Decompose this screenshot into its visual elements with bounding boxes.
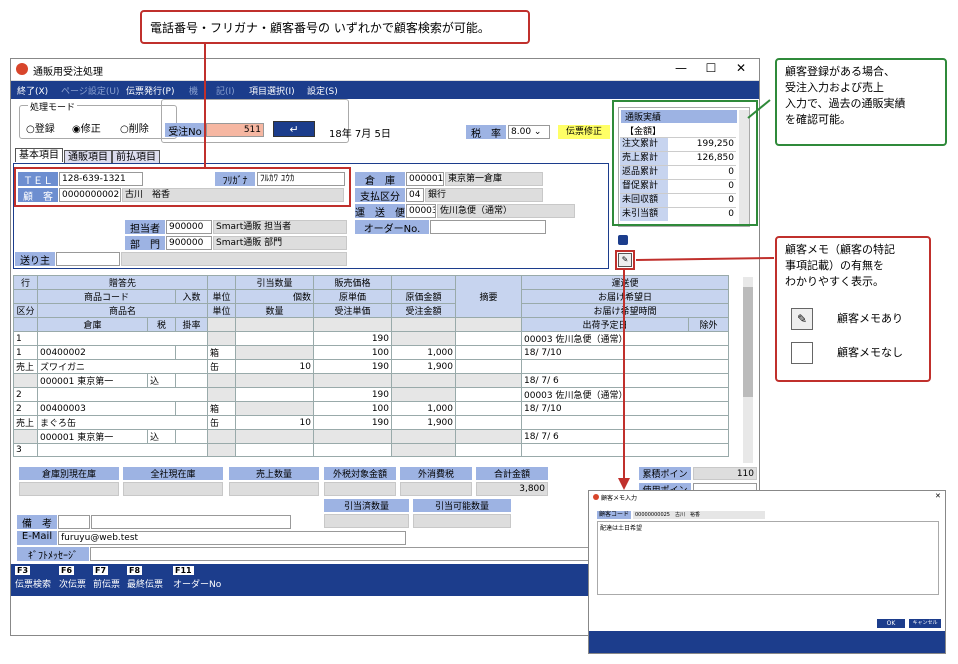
memo-dialog-icon: [593, 494, 599, 500]
callout-customer-memo: 顧客メモ（顧客の特記 事項記載）の有無を わかりやすく表示。 ✎ 顧客メモあり …: [775, 236, 931, 382]
memo-ok-button[interactable]: OK: [877, 619, 905, 628]
memo-present-sample-icon: ✎: [791, 308, 813, 330]
sales-history-highlight: [612, 100, 758, 226]
memo-absent-caption: 顧客メモなし: [837, 346, 903, 359]
memo-dialog-footer: [589, 631, 945, 653]
memo-absent-sample-icon: [791, 342, 813, 364]
memo-customer: 00000000025 古川 裕香: [633, 511, 765, 519]
callout-sales-history: 顧客登録がある場合、 受注入力および売上 入力で、過去の通販実績 を確認可能。: [775, 58, 947, 146]
arrow-memo: [635, 257, 775, 261]
memo-code-label: 顧客コード: [597, 511, 631, 519]
memo-dialog: 顧客メモ入力 ✕ 顧客コード 00000000025 古川 裕香 配達は土日希望…: [588, 490, 946, 654]
memo-present-caption: 顧客メモあり: [837, 312, 903, 325]
memo-dialog-title: 顧客メモ入力: [601, 495, 638, 502]
memo-cancel-button[interactable]: キャンセル: [909, 619, 941, 628]
memo-dialog-close-icon[interactable]: ✕: [935, 492, 941, 500]
arrow-head: [618, 478, 630, 490]
memo-textarea[interactable]: 配達は土日希望: [597, 521, 939, 595]
